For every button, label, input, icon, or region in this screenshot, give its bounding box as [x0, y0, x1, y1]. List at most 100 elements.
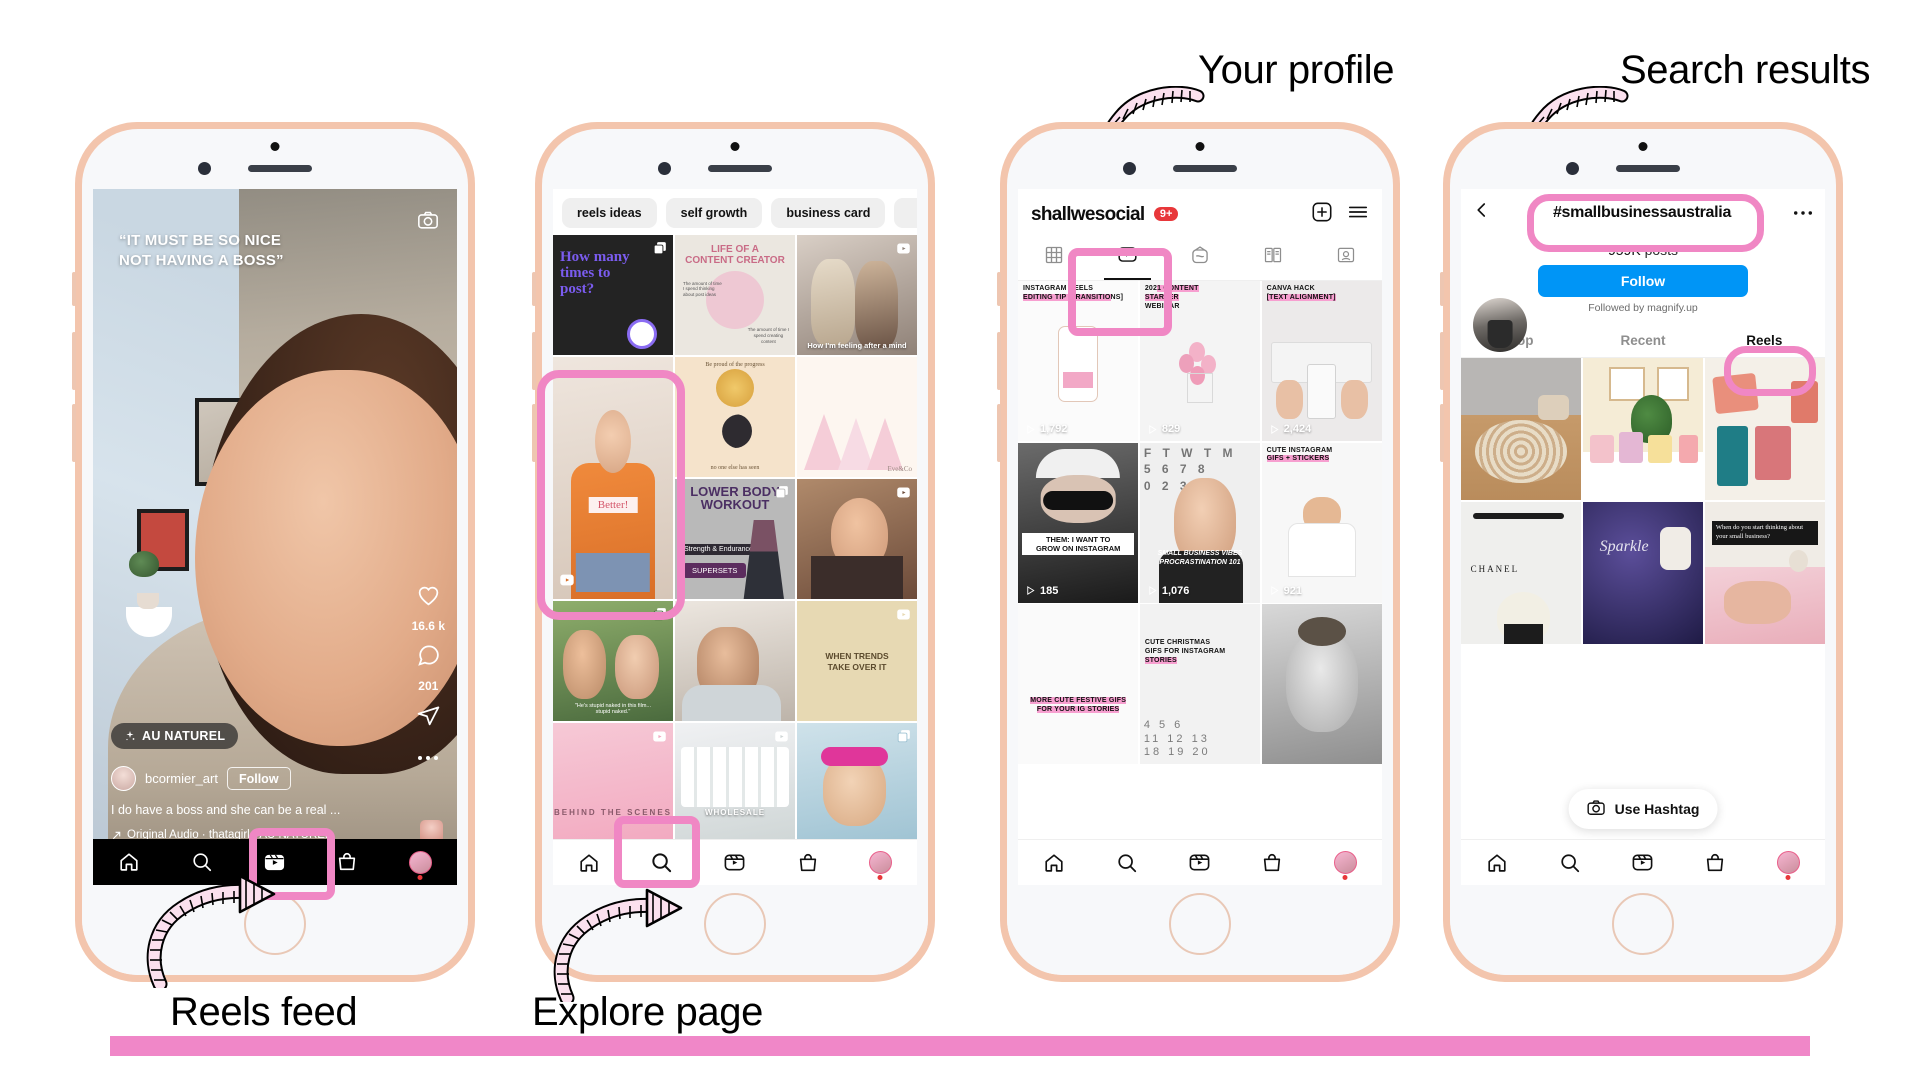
- use-hashtag-label: Use Hashtag: [1614, 801, 1700, 817]
- phone1-volume-down[interactable]: [72, 404, 76, 462]
- explore-cell-caption: How I'm feeling after a mind: [807, 341, 907, 350]
- explore-cell[interactable]: [797, 723, 917, 843]
- add-post-icon[interactable]: [1311, 201, 1333, 228]
- sidebar-item-shop[interactable]: [1261, 852, 1283, 874]
- effect-pill[interactable]: AU NATUREL: [111, 723, 239, 749]
- topic-pill[interactable]: business card: [771, 198, 886, 228]
- sidebar-item-shop[interactable]: [336, 851, 358, 873]
- profile-reel-cell[interactable]: CUTE INSTAGRAM GIFS + STICKERS 921: [1261, 442, 1382, 603]
- footer-accent-bar: [110, 1036, 1810, 1056]
- screenshot-canvas: Your profile Search results “IT MUST BE …: [0, 0, 1920, 1080]
- profile-avatar[interactable]: [1333, 851, 1357, 874]
- hashtag-results-grid: CHANEL Sparkle When do you start thinkin…: [1461, 358, 1825, 644]
- reel-title: CUTE CHRISTMAS GIFS FOR INSTAGRAM STORIES: [1144, 639, 1226, 664]
- tab-igtv[interactable]: [1190, 245, 1210, 275]
- result-cell[interactable]: [1582, 358, 1704, 500]
- phone2-mute-button[interactable]: [532, 272, 536, 306]
- profile-username: shallwesocial: [1031, 203, 1145, 225]
- plant-pot: [136, 592, 159, 609]
- explore-cell[interactable]: How I'm feeling after a mind: [797, 235, 917, 355]
- phone4-bottom-nav: [1461, 839, 1825, 885]
- front-camera-lens: [198, 162, 211, 175]
- explore-cell[interactable]: LIFE OF A CONTENT CREATOR The amount of t…: [675, 235, 795, 355]
- reel-action-rail: 16.6 k 201: [412, 583, 445, 767]
- sidebar-item-reels[interactable]: [1188, 851, 1211, 874]
- result-cell[interactable]: CHANEL: [1461, 501, 1582, 644]
- earpiece-speaker: [1616, 165, 1680, 172]
- phone3-mute-button[interactable]: [997, 272, 1001, 306]
- explore-cell[interactable]: LOWER BODY WORKOUT Strength & Endurance S…: [675, 479, 795, 599]
- home-button[interactable]: [1612, 893, 1674, 955]
- reel-title: CUTE INSTAGRAM GIFS + STICKERS: [1266, 446, 1333, 463]
- profile-reel-cell[interactable]: CANVA HACK [TEXT ALIGNMENT] 2,424: [1261, 281, 1382, 442]
- home-button[interactable]: [1169, 893, 1231, 955]
- explore-cell[interactable]: WHEN TRENDS TAKE OVER IT: [797, 601, 917, 721]
- phone4-mute-button[interactable]: [1440, 272, 1444, 306]
- avatar[interactable]: [111, 766, 136, 791]
- topic-pill-partial[interactable]: [894, 198, 917, 228]
- sidebar-item-home[interactable]: [1043, 852, 1065, 874]
- phone4-screen: #smallbusinessaustralia 959K posts Follo…: [1461, 189, 1825, 885]
- phone1-mute-button[interactable]: [72, 272, 76, 306]
- highlight-reels-segment: [1724, 346, 1816, 396]
- front-camera-lens: [658, 162, 671, 175]
- front-camera-dot: [730, 142, 740, 151]
- profile-avatar[interactable]: [408, 850, 432, 874]
- more-options-icon[interactable]: [1793, 204, 1813, 222]
- profile-reel-cell[interactable]: F T W T M5 6 7 80 2 3 4 SMALL BUSINESS V…: [1139, 442, 1261, 603]
- highlight-explore-reel-cell: [537, 370, 685, 620]
- sidebar-item-home[interactable]: [578, 852, 600, 874]
- back-arrow-icon[interactable]: [1473, 201, 1491, 224]
- sidebar-item-reels[interactable]: [1631, 851, 1654, 874]
- status-badge: 9+: [1153, 206, 1179, 221]
- topic-pill[interactable]: self growth: [665, 198, 763, 228]
- explore-cell[interactable]: Be proud of the progress no one else has…: [675, 357, 795, 477]
- profile-reel-cell[interactable]: MORE CUTE FESTIVE GIFS FOR YOUR IG STORIE…: [1018, 604, 1139, 765]
- profile-reel-cell[interactable]: [1261, 604, 1382, 765]
- home-button[interactable]: [704, 893, 766, 955]
- like-icon[interactable]: [416, 583, 441, 613]
- phone2-volume-up[interactable]: [532, 332, 536, 390]
- phone3-volume-down[interactable]: [997, 404, 1001, 462]
- phone3-volume-up[interactable]: [997, 332, 1001, 390]
- sidebar-item-reels[interactable]: [723, 851, 746, 874]
- phone2-volume-down[interactable]: [532, 404, 536, 462]
- reel-username[interactable]: bcormier_art: [145, 771, 218, 786]
- annotation-reels-feed: Reels feed: [170, 990, 358, 1034]
- tab-recent[interactable]: Recent: [1582, 323, 1703, 357]
- hamburger-menu-icon[interactable]: [1347, 201, 1369, 228]
- tab-tagged[interactable]: [1336, 245, 1356, 275]
- share-icon[interactable]: [416, 703, 441, 733]
- topic-pill[interactable]: reels ideas: [562, 198, 657, 228]
- sidebar-item-search[interactable]: [1116, 852, 1138, 874]
- sidebar-item-shop[interactable]: [1704, 852, 1726, 874]
- explore-cell[interactable]: [797, 479, 917, 599]
- result-cell[interactable]: [1461, 358, 1582, 500]
- tab-grid[interactable]: [1044, 245, 1064, 275]
- explore-cell[interactable]: Eve&Co: [797, 357, 917, 477]
- result-cell[interactable]: When do you start thinking about your sm…: [1704, 501, 1825, 644]
- use-hashtag-button[interactable]: Use Hashtag: [1568, 789, 1718, 829]
- more-options-icon[interactable]: [417, 749, 439, 767]
- explore-cell[interactable]: [675, 601, 795, 721]
- phone4-volume-up[interactable]: [1440, 332, 1444, 390]
- result-cell[interactable]: Sparkle: [1582, 501, 1704, 644]
- profile-reel-cell[interactable]: THEM: I WANT TO GROW ON INSTAGRAM 185: [1018, 442, 1139, 603]
- comment-icon[interactable]: [416, 643, 441, 673]
- annotation-search-results: Search results: [1620, 48, 1871, 92]
- phone1-volume-up[interactable]: [72, 332, 76, 390]
- phone4-volume-down[interactable]: [1440, 404, 1444, 462]
- highlight-profile-reels-tab: [1068, 248, 1172, 336]
- profile-avatar[interactable]: [868, 851, 892, 874]
- sidebar-item-home[interactable]: [1486, 852, 1508, 874]
- comment-count: 201: [418, 679, 439, 693]
- follow-button[interactable]: Follow: [226, 767, 291, 790]
- tab-guides[interactable]: [1263, 245, 1283, 275]
- explore-cell[interactable]: How many times to post?: [553, 235, 673, 355]
- camera-icon[interactable]: [417, 209, 439, 236]
- profile-reel-cell[interactable]: CUTE CHRISTMAS GIFS FOR INSTAGRAM STORIES …: [1139, 604, 1261, 765]
- follow-button[interactable]: Follow: [1538, 265, 1748, 297]
- profile-avatar[interactable]: [1776, 851, 1800, 874]
- sidebar-item-shop[interactable]: [797, 852, 819, 874]
- sidebar-item-search[interactable]: [1559, 852, 1581, 874]
